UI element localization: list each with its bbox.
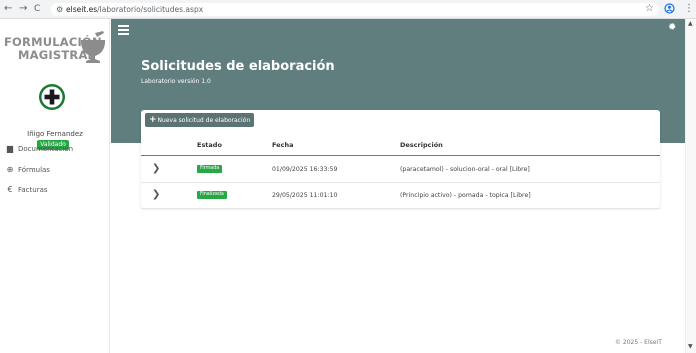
table-row[interactable]: ❯ Firmada 01/09/2025 16:33:59 (paracetam… — [141, 157, 660, 183]
new-request-label: Nueva solicitud de elaboración — [157, 117, 251, 124]
sidebar-item-formulas[interactable]: ⊕ Fórmulas — [5, 164, 105, 176]
sidebar-item-documentacion[interactable]: ▆ Documentación — [5, 143, 105, 155]
requests-card: +Nueva solicitud de elaboración Estado F… — [141, 110, 660, 209]
url-text: elseit.es/laboratorio/solicitudes.aspx — [66, 4, 203, 15]
globe-icon: ⊕ — [6, 165, 14, 174]
bookmark-star-icon[interactable]: ☆ — [645, 3, 654, 15]
euro-icon: € — [7, 185, 13, 194]
chevron-right-icon[interactable]: ❯ — [152, 189, 160, 200]
chevron-right-icon[interactable]: ❯ — [152, 163, 160, 174]
new-request-button[interactable]: +Nueva solicitud de elaboración — [145, 113, 254, 127]
table-row[interactable]: ❯ Finalizada 29/05/2025 11:01:10 (Princi… — [141, 183, 660, 209]
hamburger-menu-icon[interactable] — [118, 25, 129, 35]
status-badge: Firmada — [197, 165, 223, 173]
column-header-estado[interactable]: Estado — [197, 141, 222, 149]
row-date: 29/05/2025 11:01:10 — [272, 192, 338, 199]
scrollbar[interactable]: ▲ ▼ — [685, 19, 696, 353]
browser-menu-icon[interactable]: ⋮ — [684, 3, 694, 15]
page: FORMULACIÓN MAGISTRAL Iñigo Fernandez Va… — [0, 19, 696, 353]
sidebar-item-label: Facturas — [18, 186, 48, 194]
page-title: Solicitudes de elaboración — [141, 59, 335, 74]
profile-icon[interactable] — [664, 3, 675, 18]
back-icon[interactable]: ← — [4, 3, 12, 15]
browser-toolbar: ← → C ⚙ elseit.es/laboratorio/solicitude… — [0, 0, 696, 19]
row-date: 01/09/2025 16:33:59 — [272, 166, 338, 173]
forward-icon[interactable]: → — [19, 3, 27, 15]
row-description: (Principio activo) - pomada - topica [Li… — [400, 192, 531, 199]
address-bar[interactable]: ⚙ elseit.es/laboratorio/solicitudes.aspx — [51, 3, 659, 16]
avatar — [37, 82, 67, 112]
app-logo[interactable]: FORMULACIÓN MAGISTRAL — [4, 29, 105, 71]
site-info-icon[interactable]: ⚙ — [56, 4, 63, 15]
book-icon: ▆ — [6, 144, 14, 153]
table-header: Estado Fecha Descripción — [141, 134, 660, 156]
status-badge: Finalizada — [197, 191, 227, 199]
row-description: (paracetamol) - solucion-oral - oral [Li… — [400, 166, 530, 173]
column-header-descripcion[interactable]: Descripción — [400, 141, 443, 149]
mortar-icon — [81, 31, 105, 63]
url-host: elseit.es — [66, 5, 98, 14]
plus-icon: + — [149, 115, 157, 125]
sidebar-item-label: Fórmulas — [18, 166, 50, 174]
sidebar-item-facturas[interactable]: € Facturas — [5, 184, 105, 196]
url-path: /laboratorio/solicitudes.aspx — [97, 5, 204, 14]
scroll-up-icon[interactable]: ▲ — [688, 20, 693, 27]
sidebar: FORMULACIÓN MAGISTRAL Iñigo Fernandez Va… — [0, 19, 110, 353]
sidebar-item-label: Documentación — [18, 145, 74, 153]
user-name: Iñigo Fernandez — [27, 130, 83, 138]
scroll-down-icon[interactable]: ▼ — [688, 343, 693, 350]
page-subtitle: Laboratorio versión 1.0 — [141, 78, 211, 85]
footer-copyright: © 2025 - ElseIT — [615, 339, 662, 346]
column-header-fecha[interactable]: Fecha — [272, 141, 293, 149]
gear-icon[interactable]: ✹ — [668, 22, 676, 33]
reload-icon[interactable]: C — [34, 3, 40, 15]
